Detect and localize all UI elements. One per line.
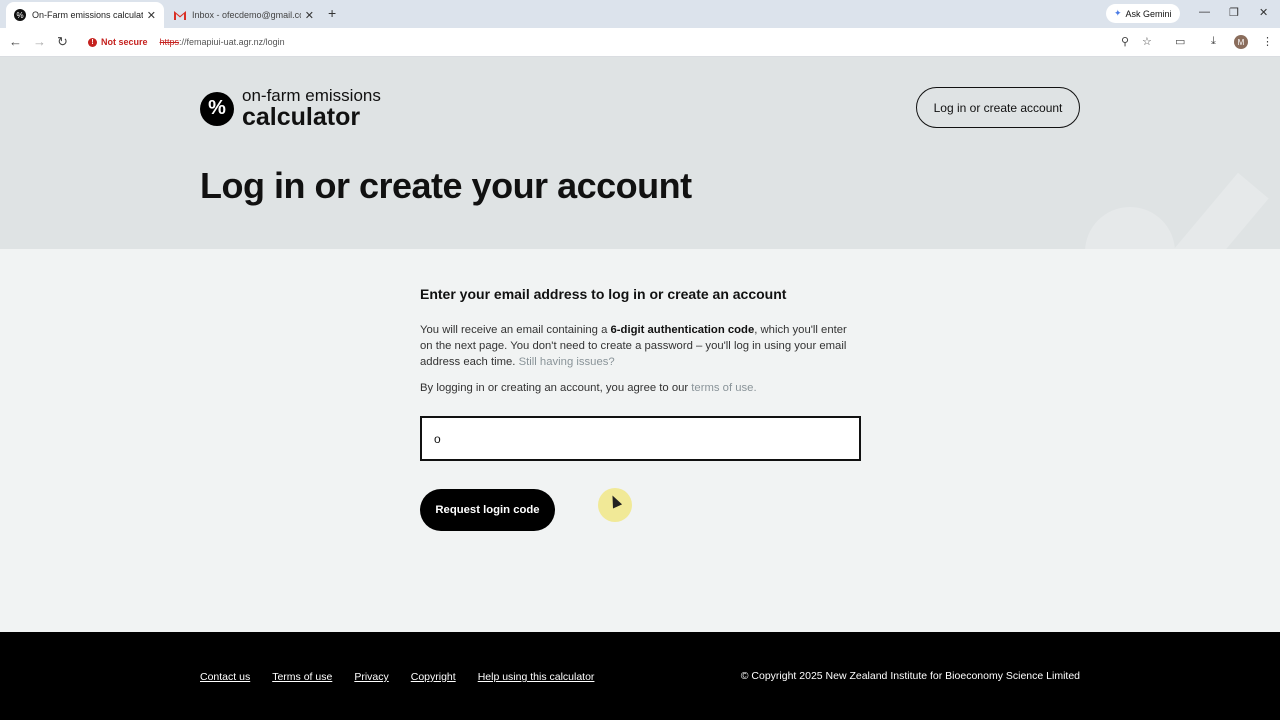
security-indicator[interactable]: ! Not secure <box>88 37 148 47</box>
footer-link-copyright[interactable]: Copyright <box>411 671 456 683</box>
agree-text: By logging in or creating an account, yo… <box>420 382 692 394</box>
gmail-icon <box>174 10 186 20</box>
instructions-part1: You will receive an email containing a <box>420 324 611 336</box>
login-or-create-button[interactable]: Log in or create account <box>916 87 1080 128</box>
site-logo[interactable]: % on-farm emissions calculator <box>200 87 381 130</box>
hero-decoration <box>811 57 1269 249</box>
instructions-bold: 6-digit authentication code <box>610 324 755 336</box>
ofec-favicon-icon: % <box>14 9 26 21</box>
url-path: ://femapiui-uat.agr.nz/login <box>179 37 285 47</box>
footer-link-privacy[interactable]: Privacy <box>354 671 388 683</box>
ask-gemini-label: Ask Gemini <box>1125 8 1172 19</box>
tab-title: Inbox - ofecdemo@gmail.com <box>192 10 301 20</box>
footer-links: Contact us Terms of use Privacy Copyrigh… <box>200 671 594 683</box>
browser-toolbar: ← → ↻ ! Not secure https://femapiui-uat.… <box>0 28 1280 57</box>
still-having-issues-link[interactable]: Still having issues? <box>519 356 615 368</box>
menu-icon[interactable]: ⋮ <box>1262 35 1273 48</box>
back-icon[interactable]: ← <box>9 34 22 49</box>
request-login-code-button[interactable]: Request login code <box>420 489 555 531</box>
warning-icon: ! <box>88 37 97 47</box>
footer-link-help[interactable]: Help using this calculator <box>478 671 595 683</box>
percent-logo-icon: % <box>200 91 234 126</box>
forward-icon[interactable]: → <box>33 34 46 49</box>
footer-link-terms[interactable]: Terms of use <box>272 671 332 683</box>
address-bar[interactable]: ! Not secure https://femapiui-uat.agr.nz… <box>80 31 1170 53</box>
footer-copyright: © Copyright 2025 New Zealand Institute f… <box>740 670 1080 682</box>
cast-icon[interactable]: ▭ <box>1175 35 1185 48</box>
download-icon[interactable]: ⤓ <box>1211 35 1216 48</box>
security-label: Not secure <box>101 37 148 47</box>
email-field[interactable] <box>420 416 861 461</box>
restore-icon[interactable]: ❐ <box>1229 6 1239 19</box>
form-heading: Enter your email address to log in or cr… <box>420 286 787 302</box>
close-icon[interactable]: ✕ <box>147 9 156 22</box>
gemini-sparkle-icon: ✦ <box>1114 8 1122 18</box>
close-window-icon[interactable]: ✕ <box>1259 6 1268 19</box>
tab-gmail[interactable]: Inbox - ofecdemo@gmail.com ✕ <box>166 2 322 28</box>
reload-icon[interactable]: ↻ <box>57 34 68 50</box>
logo-line1: on-farm emissions <box>242 86 381 105</box>
ask-gemini-button[interactable]: ✦ Ask Gemini <box>1106 4 1180 23</box>
page-hero: % on-farm emissions calculator Log in or… <box>0 57 1280 249</box>
new-tab-button[interactable]: + <box>328 5 336 21</box>
minimize-icon[interactable]: — <box>1199 6 1210 18</box>
url-text: https://femapiui-uat.agr.nz/login <box>160 37 285 47</box>
footer-link-contact[interactable]: Contact us <box>200 671 250 683</box>
logo-line2: calculator <box>242 103 361 131</box>
terms-agreement: By logging in or creating an account, yo… <box>420 382 757 394</box>
site-footer: Contact us Terms of use Privacy Copyrigh… <box>0 632 1280 720</box>
terms-of-use-link[interactable]: terms of use. <box>691 382 756 394</box>
tab-ofec[interactable]: % On-Farm emissions calculator ✕ <box>6 2 164 28</box>
zoom-icon[interactable]: ⚲ <box>1121 35 1129 48</box>
bookmark-star-icon[interactable]: ☆ <box>1142 35 1152 48</box>
page-title: Log in or create your account <box>200 165 692 206</box>
tab-title: On-Farm emissions calculator <box>32 10 143 20</box>
url-scheme: https <box>159 37 180 47</box>
profile-avatar[interactable]: M <box>1234 35 1248 49</box>
close-icon[interactable]: ✕ <box>305 9 314 22</box>
form-instructions: You will receive an email containing a 6… <box>420 322 861 370</box>
browser-tab-strip: % On-Farm emissions calculator ✕ Inbox -… <box>0 0 1280 28</box>
logo-text: on-farm emissions calculator <box>242 87 381 130</box>
